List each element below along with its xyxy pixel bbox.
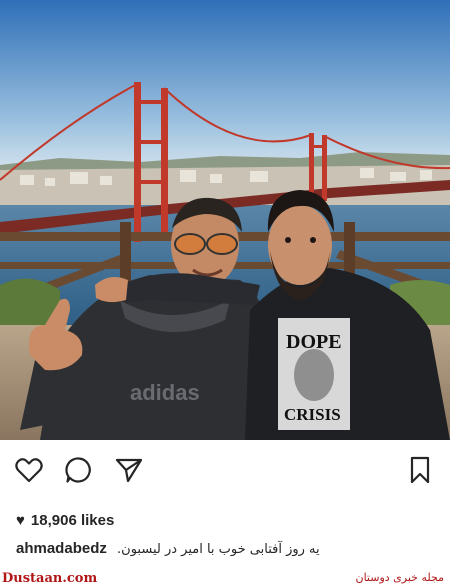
post-photo-art: adidas DOPE CRISIS	[0, 0, 450, 440]
bookmark-icon	[410, 456, 430, 484]
post-caption: ahmadabedz یه روز آفتابی خوب با امیر در …	[16, 538, 436, 560]
jacket-text: adidas	[130, 380, 200, 405]
paper-plane-icon	[115, 458, 143, 483]
caption-username[interactable]: ahmadabedz	[16, 540, 107, 557]
speech-bubble-icon	[65, 457, 91, 483]
comment-button[interactable]	[63, 454, 95, 486]
shirt-text-crisis: CRISIS	[284, 405, 341, 424]
watermark-right: مجله خبری دوستان	[355, 571, 445, 584]
post-photo[interactable]: adidas DOPE CRISIS	[0, 0, 450, 440]
watermark-bar: Dustaan.com مجله خبری دوستان	[0, 568, 450, 588]
save-button[interactable]	[404, 454, 436, 486]
heart-filled-icon: ♥	[16, 511, 25, 529]
like-button[interactable]	[13, 454, 45, 486]
heart-outline-icon	[15, 458, 43, 483]
shirt-text-dope: DOPE	[286, 331, 342, 353]
like-count-label: 18,906 likes	[30, 511, 115, 529]
watermark-left: Dustaan.com	[2, 571, 98, 586]
action-bar	[0, 448, 450, 492]
share-button[interactable]	[113, 454, 145, 486]
caption-text: یه روز آفتابی خوب با امیر در لیسبون.	[117, 542, 320, 557]
like-count[interactable]: ♥ 18,906 likes	[16, 510, 114, 530]
